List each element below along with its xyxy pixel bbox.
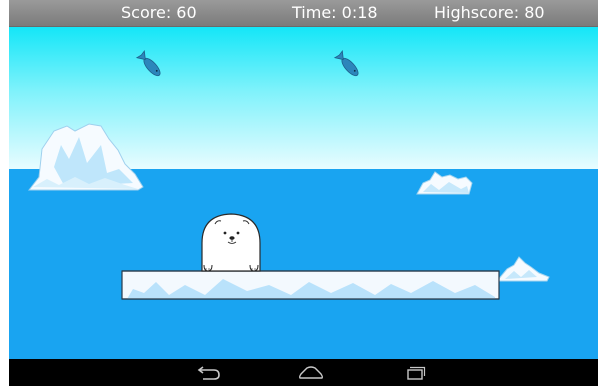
scene-canvas[interactable] bbox=[9, 27, 598, 359]
ice-floe-platform bbox=[121, 270, 500, 300]
home-button[interactable] bbox=[297, 365, 325, 381]
game-screen: Score: 60 Time: 0:18 Highscore: 80 bbox=[9, 0, 598, 386]
highscore-label: Highscore: 80 bbox=[434, 3, 545, 22]
home-icon bbox=[298, 366, 324, 379]
recent-apps-button[interactable] bbox=[400, 365, 428, 381]
timer-label: Time: 0:18 bbox=[292, 3, 378, 22]
polar-bear-player bbox=[201, 213, 261, 272]
sea bbox=[9, 169, 598, 359]
back-button[interactable] bbox=[194, 365, 222, 381]
hud-bar: Score: 60 Time: 0:18 Highscore: 80 bbox=[9, 0, 598, 27]
back-arrow-icon bbox=[197, 366, 220, 380]
game-scene[interactable] bbox=[9, 27, 598, 359]
recent-apps-icon bbox=[407, 366, 426, 380]
device-frame: Score: 60 Time: 0:18 Highscore: 80 bbox=[0, 0, 605, 386]
score-label: Score: 60 bbox=[121, 3, 197, 22]
android-nav-bar bbox=[9, 359, 598, 386]
